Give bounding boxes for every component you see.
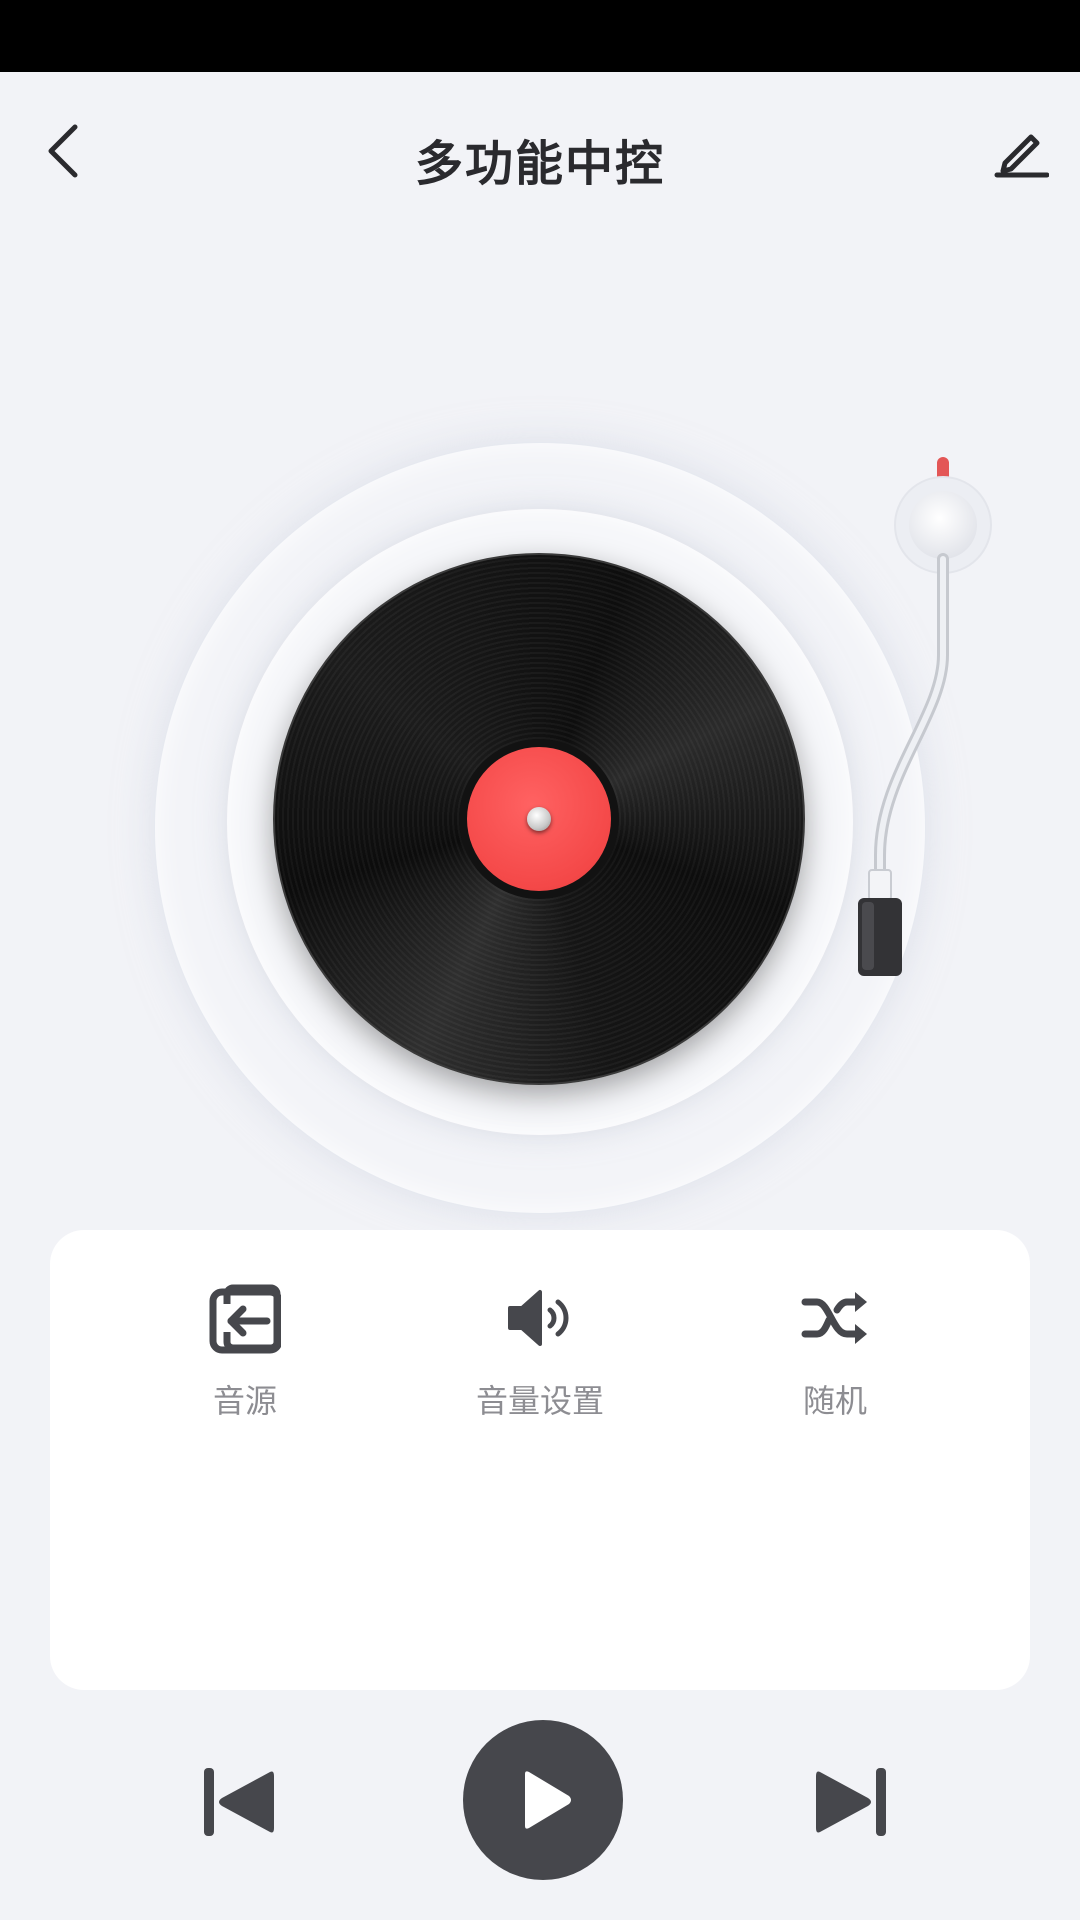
shuffle-label: 随机 xyxy=(802,1382,867,1420)
source-label: 音源 xyxy=(212,1382,277,1420)
skip-previous-icon xyxy=(204,1768,274,1836)
skip-next-icon xyxy=(816,1768,886,1836)
previous-button[interactable] xyxy=(198,1762,278,1842)
input-source-icon xyxy=(209,1284,281,1354)
edit-button[interactable] xyxy=(982,116,1060,186)
tonearm xyxy=(858,457,992,976)
volume-settings-label: 音量设置 xyxy=(475,1382,604,1420)
turntable xyxy=(155,443,925,1213)
source-button[interactable]: 音源 xyxy=(125,1278,365,1422)
volume-settings-button[interactable]: 音量设置 xyxy=(420,1278,660,1422)
record-spindle xyxy=(527,807,551,831)
play-icon xyxy=(525,1771,571,1829)
function-card: 音源 音量设置 随机 xyxy=(50,1230,1030,1690)
volume-icon xyxy=(508,1290,569,1346)
vinyl-record xyxy=(273,553,805,1085)
playback-controls xyxy=(0,1720,1080,1880)
header: 多功能中控 xyxy=(0,72,1080,242)
next-button[interactable] xyxy=(812,1762,892,1842)
shuffle-button[interactable]: 随机 xyxy=(715,1278,955,1422)
page-title: 多功能中控 xyxy=(414,136,665,192)
play-button[interactable] xyxy=(463,1720,623,1880)
pencil-icon xyxy=(994,134,1049,178)
status-bar xyxy=(0,0,1080,72)
shuffle-icon xyxy=(801,1292,867,1344)
